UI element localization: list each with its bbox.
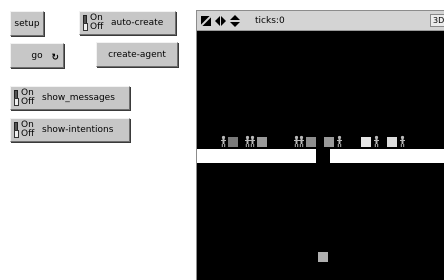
go-button[interactable]: go ↻	[10, 43, 64, 68]
setup-button[interactable]: setup	[10, 11, 44, 36]
world-view[interactable]: ticks: 0 3D	[196, 10, 444, 280]
ticks-label: ticks:	[255, 16, 279, 26]
create-agent-button[interactable]: create-agent	[96, 42, 178, 67]
box	[318, 252, 328, 262]
view-toolbar: ticks: 0 3D	[197, 11, 444, 31]
box	[257, 137, 267, 147]
box	[228, 137, 238, 147]
show-intentions-label: show-intentions	[42, 125, 114, 135]
box	[306, 137, 316, 147]
toggle-switch-icon: On Off	[14, 121, 35, 139]
box	[387, 137, 397, 147]
vertical-arrows-icon[interactable]	[230, 15, 240, 27]
3d-button[interactable]: 3D	[430, 14, 444, 27]
auto-create-switch[interactable]: On Off auto-create	[79, 11, 176, 35]
horizontal-arrows-icon[interactable]	[215, 16, 226, 26]
show-intentions-switch[interactable]: On Off show-intentions	[10, 118, 130, 142]
road-right	[330, 149, 444, 163]
switch-off-label: Off	[90, 22, 104, 32]
toggle-switch-icon: On Off	[14, 89, 35, 107]
go-button-label: go	[31, 50, 43, 61]
switch-off-label: Off	[21, 97, 35, 107]
switch-off-label: Off	[21, 129, 35, 139]
ticks-counter: 0	[279, 16, 285, 26]
toggle-switch-icon: On Off	[83, 14, 104, 32]
box	[361, 137, 371, 147]
world-canvas	[197, 31, 444, 280]
setup-button-label: setup	[14, 18, 40, 29]
forever-icon: ↻	[51, 53, 59, 63]
box	[324, 137, 334, 147]
view-shape-icon[interactable]	[201, 16, 211, 26]
show-messages-switch[interactable]: On Off show_messages	[10, 86, 130, 110]
show-messages-label: show_messages	[42, 93, 115, 103]
auto-create-label: auto-create	[111, 18, 164, 28]
road-left	[197, 149, 316, 163]
create-agent-label: create-agent	[108, 49, 166, 60]
